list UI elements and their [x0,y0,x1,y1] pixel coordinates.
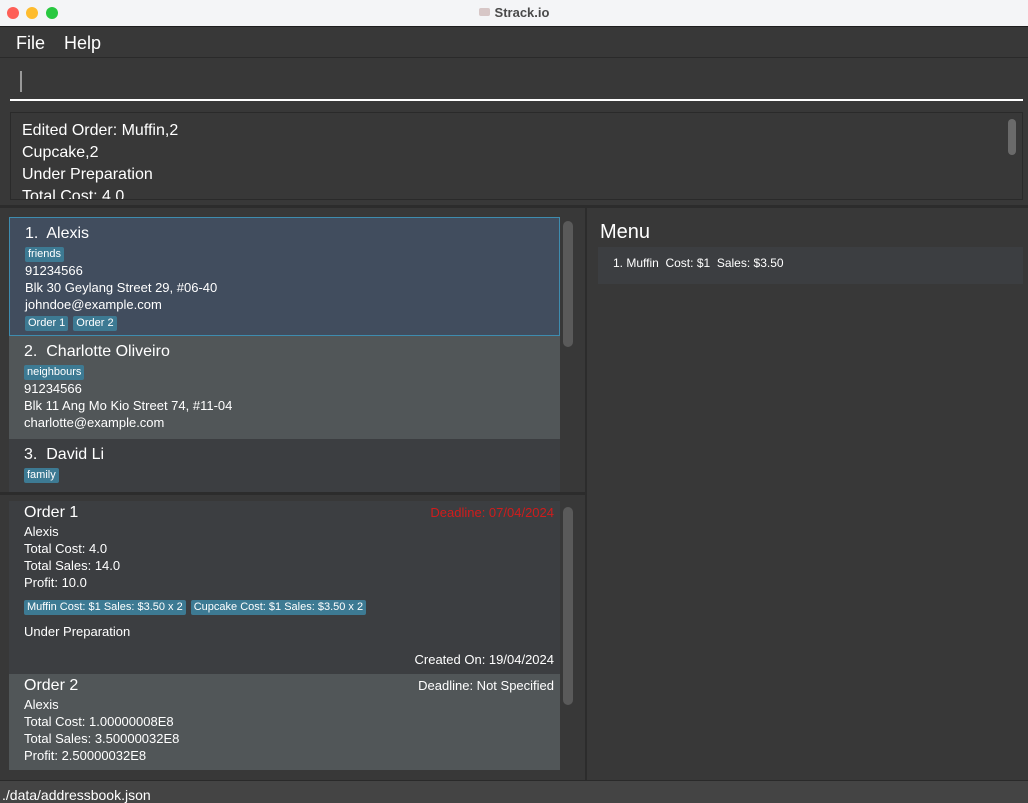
person-card[interactable]: 1. Alexis friends 91234566 Blk 30 Geylan… [9,217,560,336]
command-input[interactable] [10,59,1023,101]
app-icon [478,8,490,16]
order-total-cost: Total Cost: 4.0 [24,541,108,556]
order-deadline: Deadline: 07/04/2024 [430,505,554,520]
window-title: Strack.io [0,5,1028,20]
order-list-scrollbar[interactable] [563,507,573,705]
order-total-cost: Total Cost: 1.00000008E8 [24,714,174,729]
menu-help[interactable]: Help [64,33,101,54]
window-title-text: Strack.io [494,5,550,20]
order-tag: Order 2 [73,316,117,331]
order-profit: Profit: 2.50000032E8 [24,748,147,763]
person-tag: neighbours [24,365,85,380]
person-email: charlotte@example.com [24,415,165,430]
person-tag: family [24,468,59,483]
person-email: johndoe@example.com [25,297,162,312]
left-panel: 1. Alexis friends 91234566 Blk 30 Geylan… [0,208,585,780]
menu-list: 1. Muffin Cost: $1 Sales: $3.50 [598,247,1023,284]
order-profit: Profit: 10.0 [24,575,87,590]
person-phone: 91234566 [25,263,83,278]
menu-bar: File Help [0,27,1028,58]
person-tag: friends [25,247,65,262]
order-card[interactable]: Order 2 Deadline: Not Specified Alexis T… [9,674,560,770]
menu-list-item[interactable]: 1. Muffin Cost: $1 Sales: $3.50 [598,247,1023,279]
person-name: 3. David Li [24,446,105,463]
order-status: Under Preparation [24,624,131,639]
person-name: 2. Charlotte Oliveiro [24,343,170,360]
person-card[interactable]: 3. David Li family [9,439,560,487]
order-created: Created On: 19/04/2024 [414,652,555,667]
menu-panel: Menu 1. Muffin Cost: $1 Sales: $3.50 [587,208,1028,780]
order-customer: Alexis [24,524,59,539]
status-bar: ./data/addressbook.json [0,780,1028,803]
title-bar: Strack.io [0,0,1028,27]
save-location: ./data/addressbook.json [2,787,151,803]
result-display: Edited Order: Muffin,2 Cupcake,2 Under P… [10,112,1023,200]
result-line: Under Preparation [22,166,153,183]
order-list: Order 1 Deadline: 07/04/2024 Alexis Tota… [9,501,560,770]
result-scrollbar[interactable] [1008,119,1016,155]
person-list: 1. Alexis friends 91234566 Blk 30 Geylan… [9,217,560,492]
order-tag: Order 1 [25,316,69,331]
menu-title: Menu [600,221,651,243]
text-caret [20,71,22,92]
order-customer: Alexis [24,697,59,712]
result-line: Cupcake,2 [22,144,99,161]
order-item-tag: Cupcake Cost: $1 Sales: $3.50 x 2 [190,600,367,615]
result-line: Edited Order: Muffin,2 [22,122,179,139]
order-total-sales: Total Sales: 3.50000032E8 [24,731,180,746]
person-phone: 91234566 [24,381,82,396]
person-card[interactable]: 2. Charlotte Oliveiro neighbours 9123456… [9,336,560,439]
person-address: Blk 11 Ang Mo Kio Street 74, #11-04 [24,398,233,413]
divider [0,492,585,495]
order-item-tag: Muffin Cost: $1 Sales: $3.50 x 2 [24,600,186,615]
menu-file[interactable]: File [16,33,45,54]
order-total-sales: Total Sales: 14.0 [24,558,121,573]
result-line: Total Cost: 4.0 [22,188,125,200]
person-name: 1. Alexis [25,225,90,242]
order-deadline: Deadline: Not Specified [418,678,554,693]
person-address: Blk 30 Geylang Street 29, #06-40 [25,280,218,295]
command-box [0,59,1028,106]
order-card[interactable]: Order 1 Deadline: 07/04/2024 Alexis Tota… [9,501,560,674]
person-list-scrollbar[interactable] [563,221,573,347]
